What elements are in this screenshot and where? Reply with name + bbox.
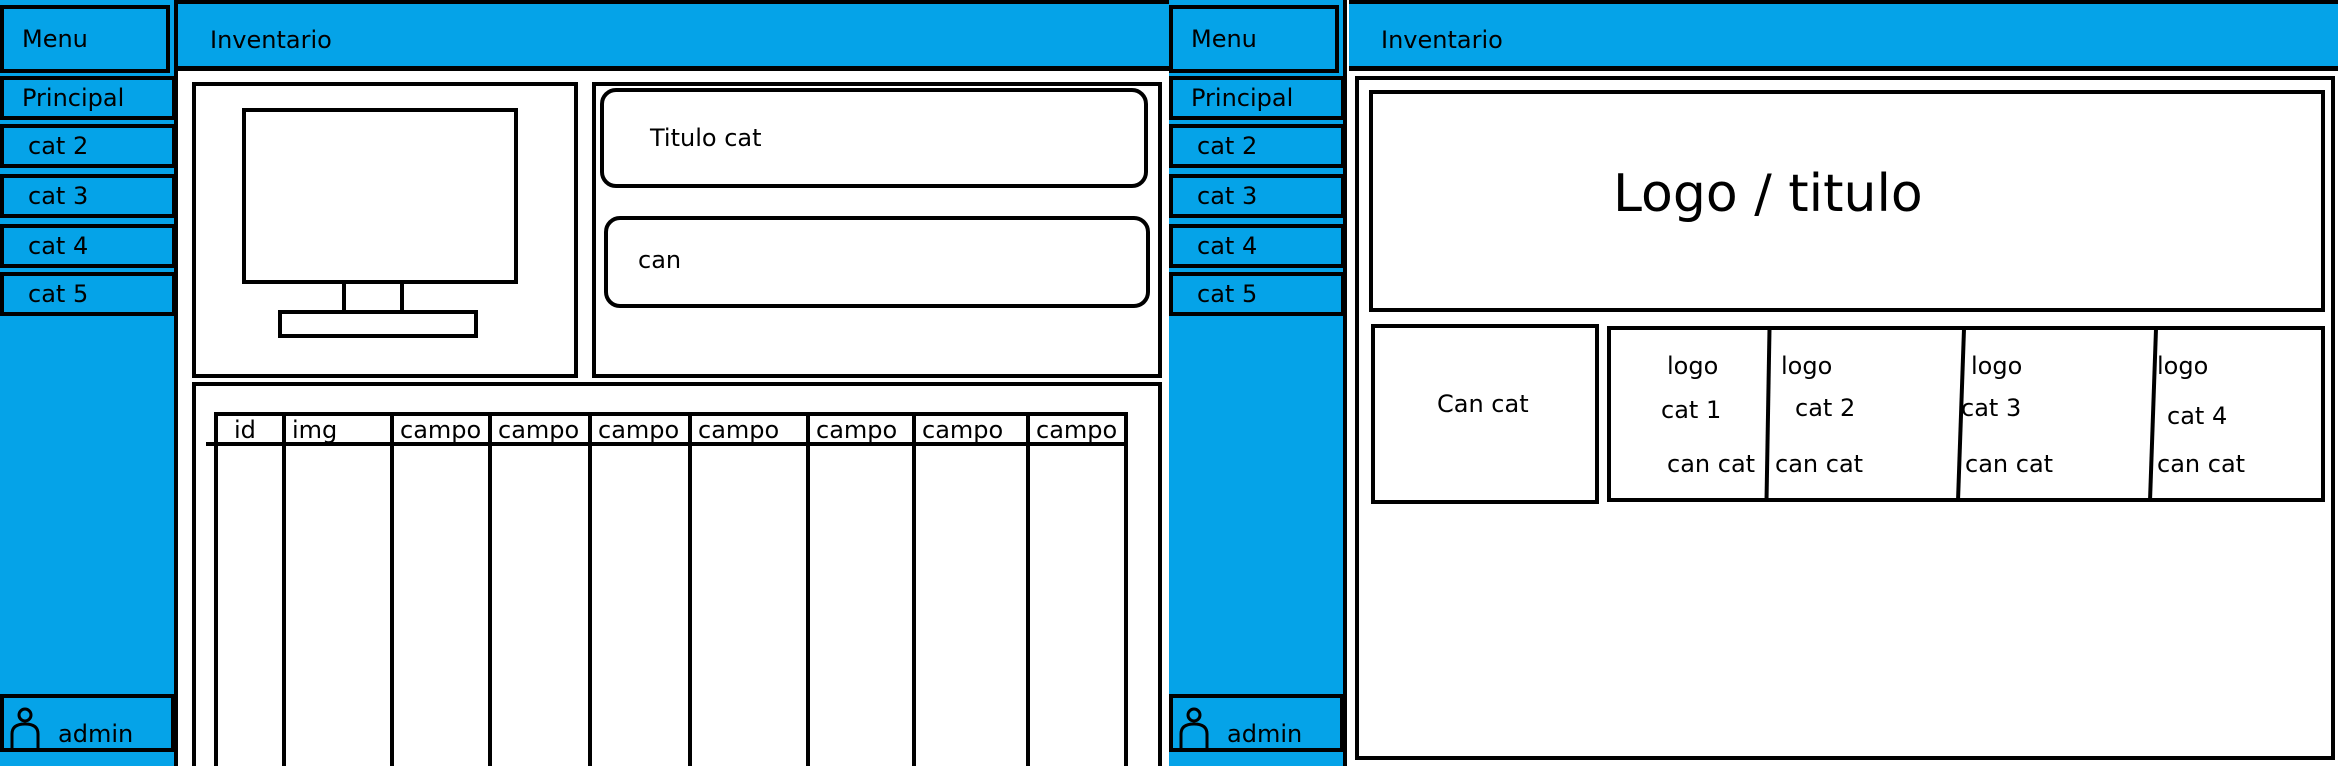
- table-column-line: [282, 412, 286, 766]
- sidebar-item-principal[interactable]: Principal: [0, 76, 176, 120]
- sidebar-item-cat-2[interactable]: cat 2: [1169, 124, 1345, 168]
- inventory-detail-screen: Menu Principal cat 2 cat 3 cat 4 cat 5 a…: [0, 0, 1169, 766]
- sidebar-item-principal[interactable]: Principal: [1169, 76, 1345, 120]
- menu-title: Menu: [1169, 5, 1339, 73]
- table-column-line: [1026, 412, 1030, 766]
- table-header-cell[interactable]: campo: [498, 416, 579, 444]
- quantity-field-text: can: [638, 246, 682, 274]
- total-count-label: Can cat: [1437, 390, 1529, 418]
- table-header-cell[interactable]: campo: [698, 416, 779, 444]
- page-title: Inventario: [1381, 26, 1503, 54]
- table-column-line: [912, 412, 916, 766]
- inventory-overview-screen: Menu Principal cat 2 cat 3 cat 4 cat 5 a…: [1169, 0, 2338, 766]
- quantity-field[interactable]: can: [604, 216, 1150, 308]
- table-column-line: [1124, 412, 1128, 766]
- item-image-panel: [192, 82, 578, 378]
- table-header-cell[interactable]: campo: [598, 416, 679, 444]
- table-column-line: [488, 412, 492, 766]
- page-title: Inventario: [210, 26, 332, 54]
- category-count: can cat: [1667, 450, 1756, 478]
- table-header-cell[interactable]: campo: [400, 416, 481, 444]
- sidebar: Menu Principal cat 2 cat 3 cat 4 cat 5 a…: [1169, 0, 1345, 766]
- category-logo: logo: [2157, 352, 2209, 380]
- table-column-line: [214, 412, 218, 766]
- sidebar-divider: [1343, 0, 1347, 766]
- category-count: can cat: [1965, 450, 2054, 478]
- user-name: admin: [1227, 720, 1303, 748]
- title-field-text: Titulo cat: [650, 124, 762, 152]
- user-icon: [10, 707, 40, 752]
- category-name: cat 2: [1795, 394, 1856, 422]
- table-header-cell[interactable]: campo: [1036, 416, 1117, 444]
- title-field[interactable]: Titulo cat: [600, 88, 1148, 188]
- table-column-line: [390, 412, 394, 766]
- sidebar-item-cat-5[interactable]: cat 5: [1169, 272, 1345, 316]
- table-header-cell[interactable]: campo: [816, 416, 897, 444]
- app-header: Inventario: [178, 0, 1169, 71]
- menu-title: Menu: [0, 5, 170, 73]
- sidebar-divider: [174, 0, 178, 766]
- sidebar-item-cat-4[interactable]: cat 4: [0, 224, 176, 268]
- category-logo: logo: [1781, 352, 1833, 380]
- table-column-line: [688, 412, 692, 766]
- category-logo: logo: [1971, 352, 2023, 380]
- sidebar: Menu Principal cat 2 cat 3 cat 4 cat 5 a…: [0, 0, 176, 766]
- category-count: can cat: [1775, 450, 1864, 478]
- user-account[interactable]: admin: [0, 694, 175, 752]
- category-count: can cat: [2157, 450, 2246, 478]
- sidebar-item-cat-2[interactable]: cat 2: [0, 124, 176, 168]
- table-column-line: [588, 412, 592, 766]
- category-name: cat 3: [1961, 394, 2022, 422]
- sidebar-item-cat-3[interactable]: cat 3: [1169, 174, 1345, 218]
- category-name: cat 4: [2167, 402, 2228, 430]
- total-count-card: Can cat: [1371, 324, 1599, 504]
- table-header-cell[interactable]: campo: [922, 416, 1003, 444]
- sidebar-item-cat-3[interactable]: cat 3: [0, 174, 176, 218]
- table-header-cell[interactable]: img: [292, 416, 337, 444]
- logo-title: Logo / titulo: [1613, 164, 1923, 224]
- monitor-icon: [242, 108, 518, 338]
- user-name: admin: [58, 720, 134, 748]
- category-logo: logo: [1667, 352, 1719, 380]
- app-header: Inventario: [1349, 0, 2338, 71]
- user-icon: [1179, 707, 1209, 752]
- table-column-line: [806, 412, 810, 766]
- logo-banner: Logo / titulo: [1369, 90, 2325, 312]
- user-account[interactable]: admin: [1169, 694, 1344, 752]
- sidebar-item-cat-4[interactable]: cat 4: [1169, 224, 1345, 268]
- category-name: cat 1: [1661, 396, 1722, 424]
- table-header-cell[interactable]: id: [234, 416, 256, 444]
- sidebar-item-cat-5[interactable]: cat 5: [0, 272, 176, 316]
